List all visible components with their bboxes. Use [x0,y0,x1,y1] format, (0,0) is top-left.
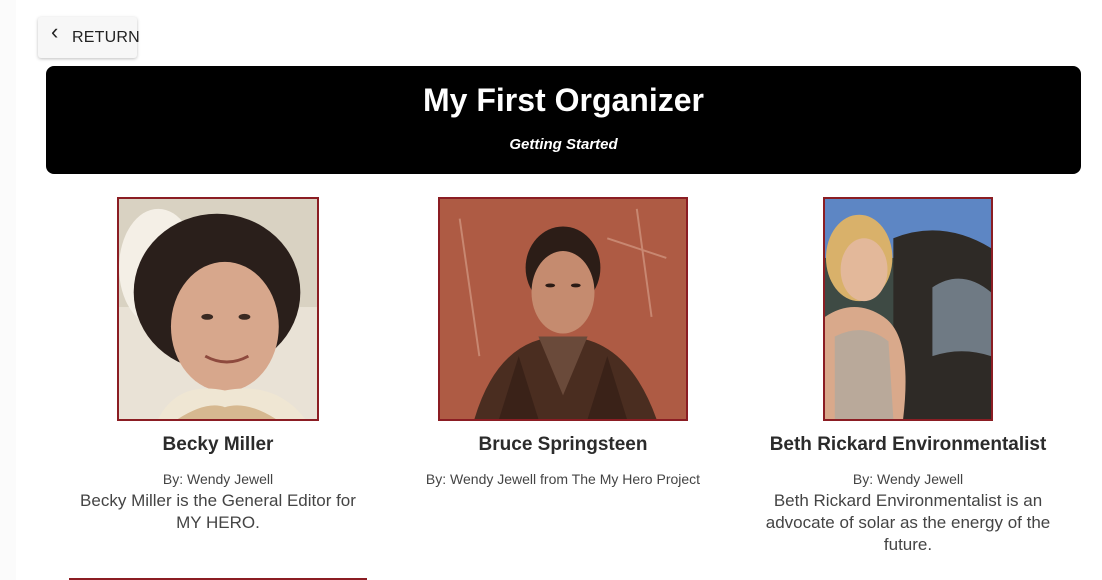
page-edge [0,0,16,580]
card-photo-becky-miller[interactable] [117,197,319,421]
return-label: RETURN [72,29,140,46]
card-description: Becky Miller is the General Editor for M… [80,491,356,532]
card-name-becky-miller[interactable]: Becky Miller [68,434,368,456]
card-byline: By: Wendy Jewell [162,471,274,487]
card-name-beth-rickard[interactable]: Beth Rickard Environmentalist [743,434,1073,456]
portrait-image [119,199,317,419]
portrait-image [440,199,686,419]
return-button[interactable]: ‹ RETURN [38,17,140,58]
card-byline: By: Wendy Jewell from The My Hero Projec… [425,471,701,487]
card-name-bruce-springsteen[interactable]: Bruce Springsteen [403,434,723,456]
portrait-image [825,199,991,419]
card-description: Beth Rickard Environmentalist is an advo… [765,491,1051,554]
page-subtitle: Getting Started [509,136,618,153]
header-banner: My First Organizer Getting Started [46,66,1081,174]
card-photo-bruce-springsteen[interactable] [438,197,688,421]
chevron-left-icon: ‹ [51,19,59,44]
card-byline: By: Wendy Jewell [852,471,964,487]
card-photo-beth-rickard[interactable] [823,197,993,421]
page-title: My First Organizer [423,82,704,118]
